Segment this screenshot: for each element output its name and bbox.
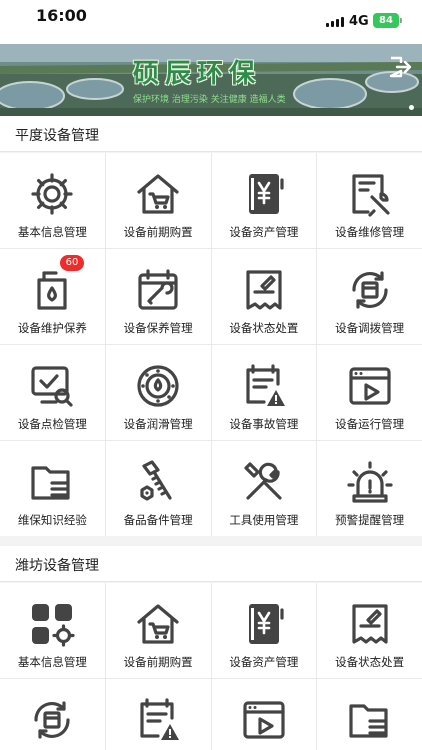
oil-can-icon	[37, 271, 67, 310]
section-title: 平度设备管理	[15, 128, 99, 144]
menu-item-label: 设备前期购置	[123, 225, 193, 239]
menu-item[interactable]: 设备前期购置	[105, 583, 211, 678]
menu-item[interactable]: 设备事故管理	[211, 345, 317, 440]
weifang-menu-grid: 基本信息管理 设备前期购置 设备资产管理 设备状态处置设备调拨管理设备事故管理设备运行…	[0, 583, 422, 750]
wrench-calendar-icon	[138, 269, 178, 310]
transfer-box-icon	[352, 271, 388, 309]
wrench-document-icon	[352, 174, 390, 217]
folder-list-icon	[31, 466, 70, 500]
brand-title: 硕辰环保	[133, 59, 262, 89]
menu-item[interactable]: 设备维护保养 60	[0, 249, 105, 344]
menu-item[interactable]: 设备保养管理	[105, 249, 211, 344]
section-header-weifang: 潍坊设备管理	[0, 546, 422, 582]
monitor-search-icon	[31, 366, 73, 407]
menu-item-label: 设备维护保养	[17, 321, 87, 335]
section-title: 潍坊设备管理	[15, 558, 99, 574]
menu-item[interactable]: 设备润滑管理	[105, 345, 211, 440]
menu-item-label: 设备润滑管理	[123, 417, 193, 431]
yen-notebook-icon	[248, 604, 284, 644]
transfer-box-icon	[34, 701, 70, 739]
menu-item-label: 设备点检管理	[17, 417, 87, 431]
menu-item[interactable]: 设备运行管理	[211, 679, 317, 750]
warning-document-icon	[140, 698, 180, 740]
menu-item[interactable]: 设备点检管理	[0, 345, 105, 440]
status-time: 16:00	[36, 6, 87, 25]
menu-item-label: 备品备件管理	[123, 513, 193, 527]
menu-item-label: 设备保养管理	[123, 321, 193, 335]
gear-icon	[31, 173, 73, 215]
menu-item-label: 设备状态处置	[229, 321, 299, 335]
logout-icon[interactable]	[388, 56, 412, 78]
menu-item[interactable]: 工具使用管理	[211, 441, 317, 536]
menu-item-label: 设备运行管理	[335, 417, 405, 431]
menu-item-label: 基本信息管理	[17, 655, 87, 669]
menu-item[interactable]: 预警提醒管理	[317, 441, 422, 536]
play-window-icon	[349, 367, 391, 405]
menu-item[interactable]: 设备资产管理	[211, 153, 317, 248]
edit-receipt-icon	[352, 604, 388, 644]
notification-badge: 60	[60, 255, 84, 271]
menu-item-label: 设备状态处置	[335, 655, 405, 669]
yen-notebook-icon	[248, 174, 284, 214]
alarm-light-icon	[347, 461, 393, 503]
cart-house-icon	[137, 174, 179, 214]
menu-item-label: 设备事故管理	[229, 417, 299, 431]
menu-item-label: 设备前期购置	[123, 655, 193, 669]
edit-receipt-icon	[246, 270, 282, 310]
menu-item-label: 工具使用管理	[229, 513, 299, 527]
menu-item[interactable]: 设备事故管理	[105, 679, 211, 750]
battery-tip	[400, 18, 402, 23]
menu-item-label: 维保知识经验	[17, 513, 87, 527]
menu-item-label: 预警提醒管理	[335, 513, 405, 527]
section-header-pingdu: 平度设备管理	[0, 116, 422, 152]
grid-gear-icon	[32, 604, 75, 647]
menu-item-label: 基本信息管理	[17, 225, 87, 239]
battery-icon: 84	[373, 13, 399, 28]
brand-slogan: 保护环境 治理污染 关注健康 造福人类	[133, 95, 286, 105]
menu-item[interactable]: 设备调拨管理	[317, 249, 422, 344]
pingdu-menu-grid: 基本信息管理 设备前期购置 设备资产管理 设备维修管理 设备维护保养 60 设备保养管理 设备…	[0, 153, 422, 536]
menu-item[interactable]: 设备状态处置	[317, 583, 422, 678]
tools-icon	[244, 462, 282, 500]
network-label: 4G	[349, 14, 369, 29]
menu-item[interactable]: 设备资产管理	[211, 583, 317, 678]
menu-item-label: 设备资产管理	[229, 655, 299, 669]
carousel-dot[interactable]	[409, 105, 414, 110]
folder-list-icon	[349, 704, 388, 738]
menu-item-label: 设备资产管理	[229, 225, 299, 239]
menu-item-label: 设备维修管理	[335, 225, 405, 239]
menu-item[interactable]: 设备调拨管理	[0, 679, 105, 750]
menu-item[interactable]: 设备前期购置	[105, 153, 211, 248]
cart-house-icon	[137, 604, 179, 644]
menu-item[interactable]: 维保知识经验	[317, 679, 422, 750]
menu-item[interactable]: 基本信息管理	[0, 583, 105, 678]
signal-icon	[326, 17, 344, 27]
lubrication-icon	[137, 365, 179, 407]
menu-item-label: 设备调拨管理	[335, 321, 405, 335]
menu-item[interactable]: 设备状态处置	[211, 249, 317, 344]
status-bar: 16:00 4G 84	[0, 0, 422, 44]
warning-document-icon	[246, 364, 285, 406]
menu-item[interactable]: 维保知识经验	[0, 441, 105, 536]
play-window-icon	[243, 701, 285, 739]
menu-item[interactable]: 基本信息管理	[0, 153, 105, 248]
menu-item[interactable]: 设备维修管理	[317, 153, 422, 248]
banner: 硕辰环保 保护环境 治理污染 关注健康 造福人类	[0, 44, 422, 116]
bolt-nut-icon	[140, 460, 172, 501]
menu-item[interactable]: 备品备件管理	[105, 441, 211, 536]
menu-item[interactable]: 设备运行管理	[317, 345, 422, 440]
